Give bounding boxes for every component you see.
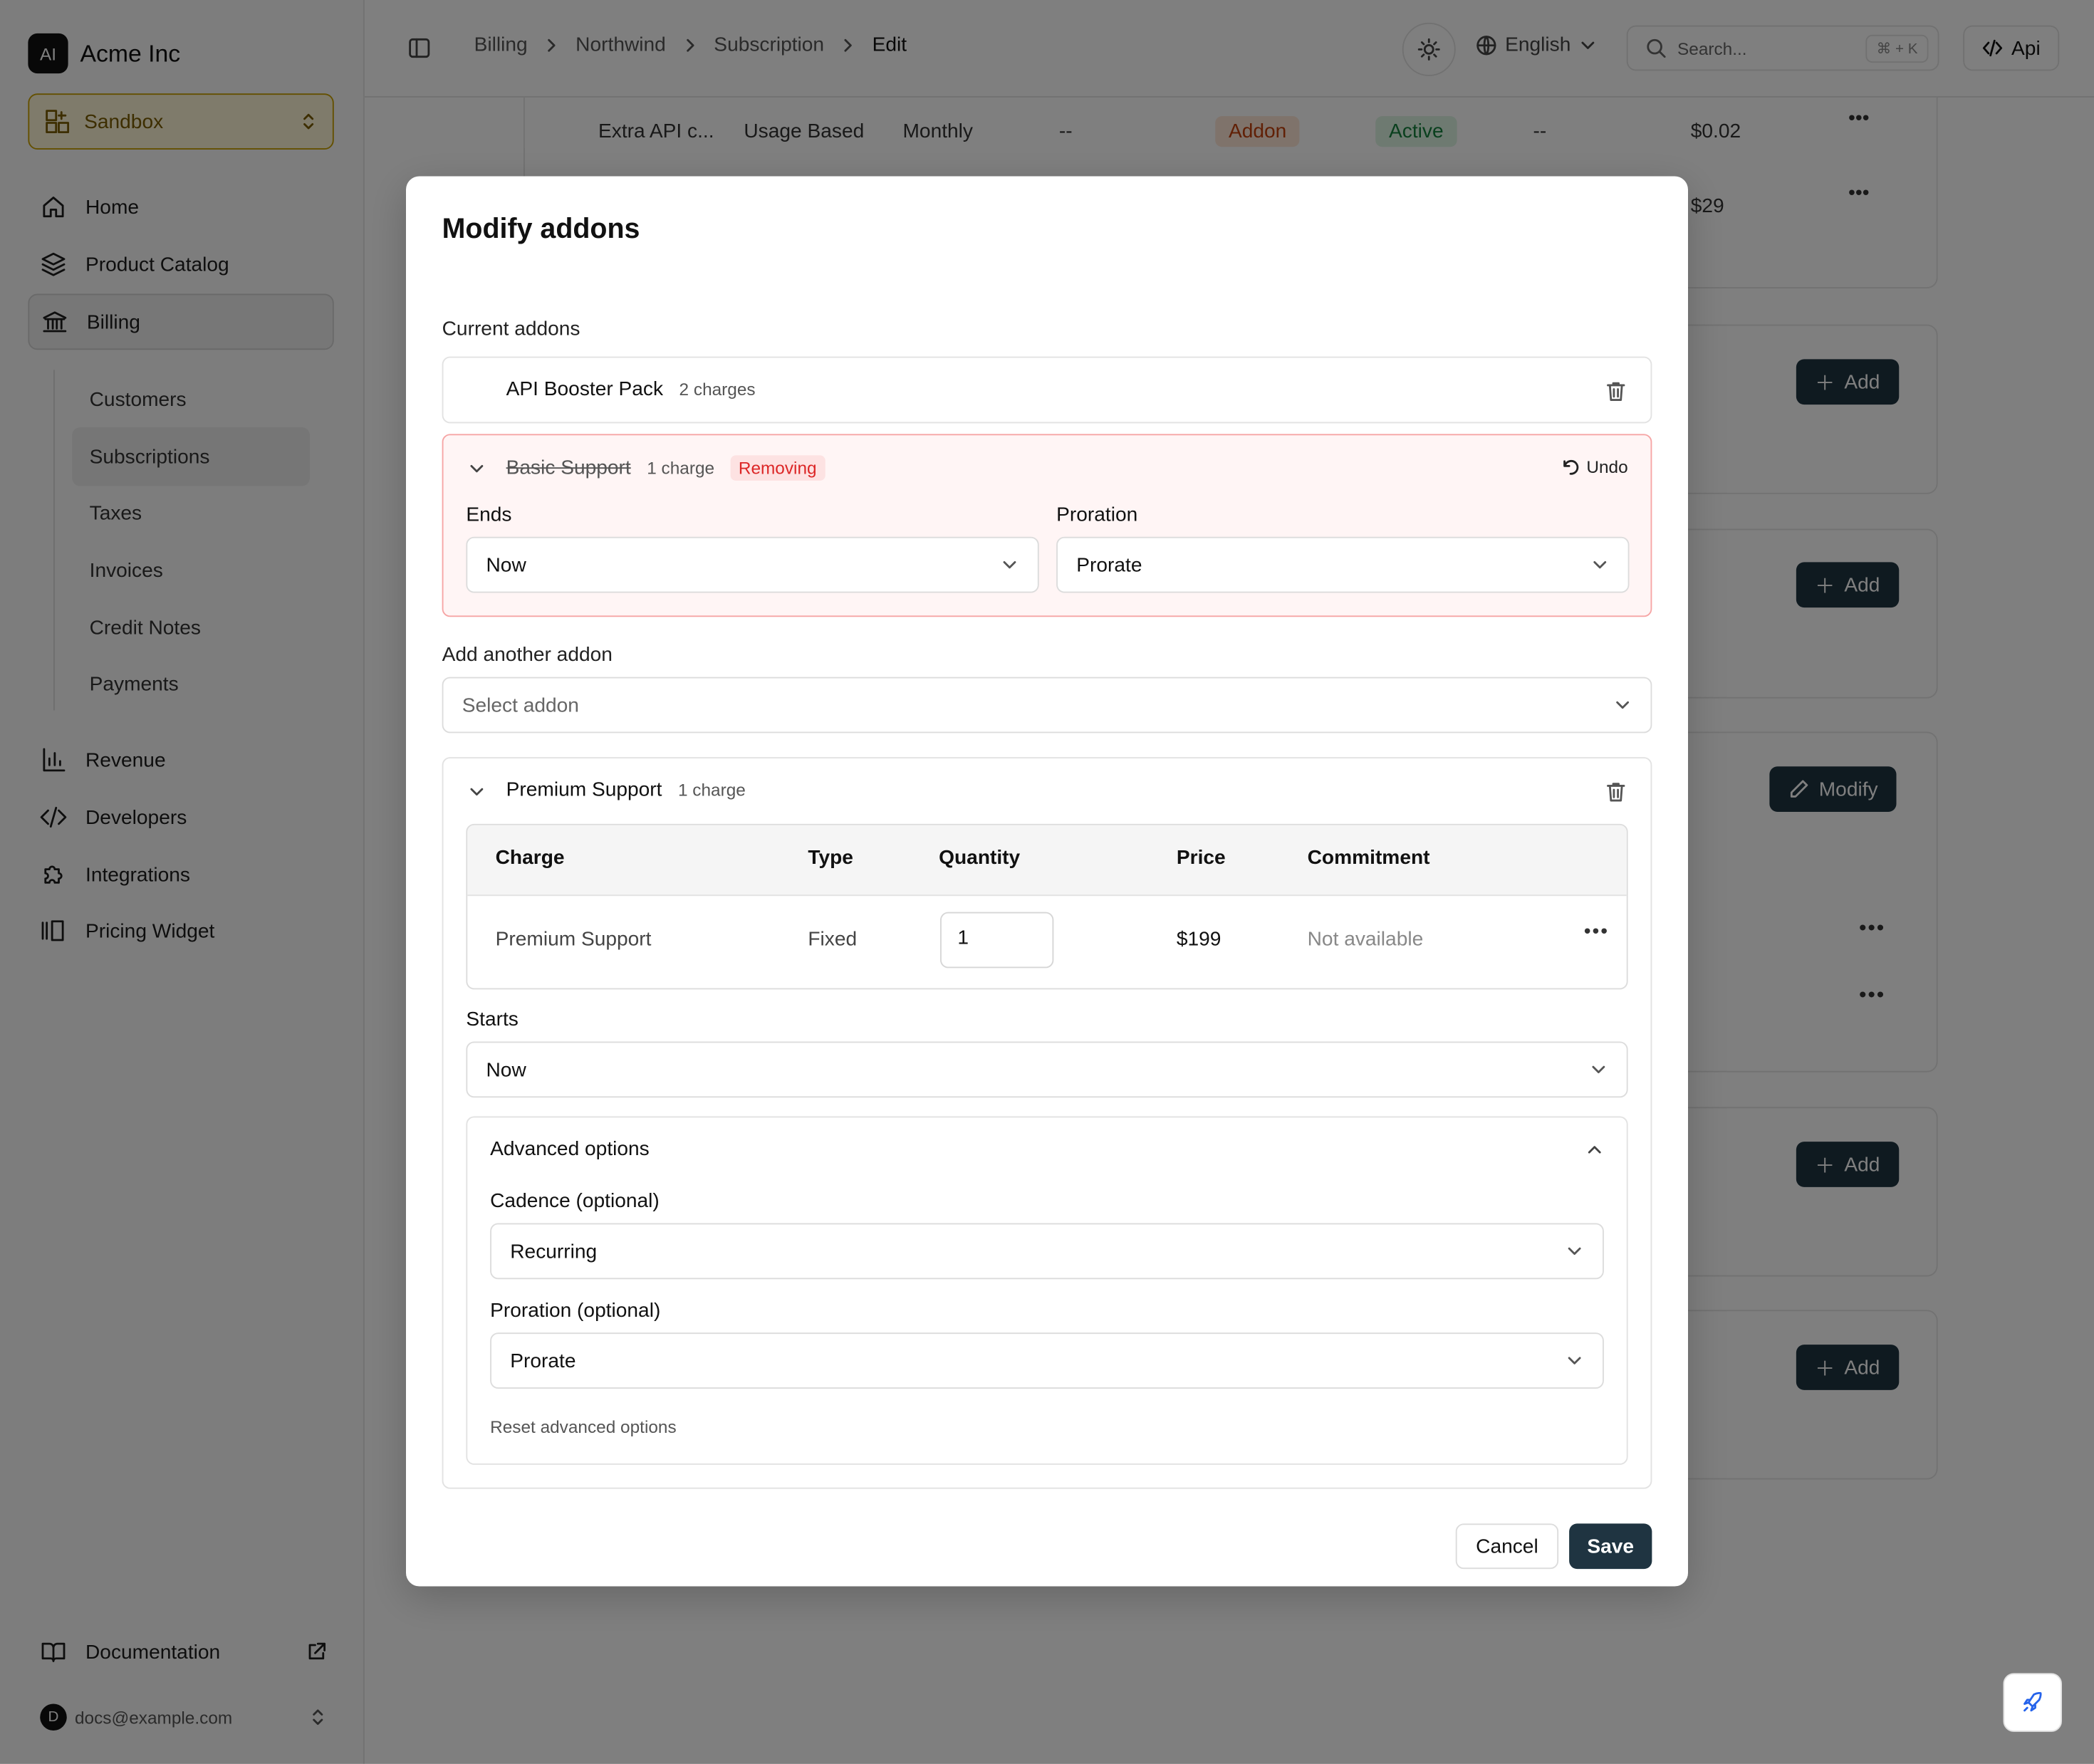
addon-header: Basic Support 1 charge Removing: [506, 455, 825, 481]
starts-label: Starts: [466, 1008, 519, 1031]
ends-value: Now: [486, 553, 526, 577]
chevron-down-icon[interactable]: [467, 783, 486, 801]
starts-select[interactable]: Now: [466, 1041, 1628, 1098]
column-header-charge: Charge: [495, 846, 565, 870]
modify-addons-dialog: Modify addons Current addons API Booster…: [406, 176, 1688, 1587]
save-button[interactable]: Save: [1569, 1523, 1652, 1570]
select-addon-placeholder: Select addon: [462, 694, 579, 716]
launcher-button[interactable]: [2003, 1673, 2062, 1732]
proration-optional-value: Prorate: [510, 1349, 576, 1372]
addon-header: API Booster Pack 2 charges: [506, 378, 756, 401]
quantity-input[interactable]: 1: [940, 912, 1054, 969]
addon-charge-count: 1 charge: [677, 780, 746, 800]
addon-name: Premium Support: [506, 778, 662, 801]
column-header-commitment: Commitment: [1307, 846, 1430, 870]
column-header-type: Type: [808, 846, 853, 870]
cell-price: $199: [1176, 928, 1222, 951]
dialog-title: Modify addons: [442, 214, 640, 245]
addon-name: API Booster Pack: [506, 377, 664, 401]
chevron-down-icon: [1589, 1060, 1608, 1079]
cell-type: Fixed: [808, 928, 858, 951]
cadence-select[interactable]: Recurring: [490, 1223, 1604, 1280]
addon-charge-count: 2 charges: [679, 379, 756, 400]
undo-button[interactable]: Undo: [1561, 456, 1628, 476]
cadence-label: Cadence (optional): [490, 1189, 660, 1213]
cell-commitment: Not available: [1307, 928, 1424, 951]
column-header-quantity: Quantity: [939, 846, 1021, 870]
undo-icon: [1561, 457, 1580, 476]
chevron-down-icon: [1590, 555, 1609, 574]
add-another-addon-label: Add another addon: [442, 643, 613, 667]
advanced-options-panel: Advanced options Cadence (optional) Recu…: [466, 1116, 1628, 1465]
rocket-icon: [2021, 1691, 2045, 1715]
column-header-price: Price: [1176, 846, 1226, 870]
starts-value: Now: [486, 1058, 526, 1081]
reset-advanced-options-link[interactable]: Reset advanced options: [490, 1416, 677, 1436]
chevron-down-icon: [1566, 1242, 1584, 1261]
cell-charge: Premium Support: [495, 928, 652, 951]
chevron-up-icon[interactable]: [1585, 1140, 1604, 1159]
proration-optional-select[interactable]: Prorate: [490, 1332, 1604, 1389]
select-addon-dropdown[interactable]: Select addon: [442, 677, 1652, 734]
proration-select[interactable]: Prorate: [1056, 536, 1630, 593]
trash-icon[interactable]: [1604, 780, 1628, 804]
cancel-button[interactable]: Cancel: [1455, 1523, 1559, 1570]
chevron-down-icon[interactable]: [467, 459, 486, 478]
cadence-value: Recurring: [510, 1239, 598, 1263]
table-header: Charge Type Quantity Price Commitment: [467, 825, 1627, 897]
addon-name: Basic Support: [506, 456, 631, 480]
status-badge: Removing: [730, 455, 825, 481]
ends-select[interactable]: Now: [466, 536, 1039, 593]
chevron-down-icon: [1566, 1352, 1584, 1370]
addon-item-premium-support: Premium Support 1 charge Charge Type Qua…: [442, 757, 1652, 1489]
addon-header: Premium Support 1 charge: [506, 778, 746, 801]
proration-optional-label: Proration (optional): [490, 1299, 661, 1322]
addon-charge-count: 1 charge: [647, 458, 715, 479]
addon-item-basic-support: Basic Support 1 charge Removing Undo End…: [442, 434, 1652, 617]
charges-table: Charge Type Quantity Price Commitment Pr…: [466, 823, 1628, 990]
more-icon[interactable]: •••: [1584, 920, 1609, 943]
proration-label: Proration: [1056, 503, 1138, 526]
proration-value: Prorate: [1076, 553, 1142, 577]
chevron-down-icon: [1000, 555, 1019, 574]
undo-label: Undo: [1586, 456, 1628, 477]
current-addons-label: Current addons: [442, 318, 580, 341]
advanced-options-toggle[interactable]: Advanced options: [490, 1138, 650, 1161]
ends-label: Ends: [466, 503, 512, 526]
addon-item-api-booster: API Booster Pack 2 charges: [442, 356, 1652, 424]
trash-icon[interactable]: [1604, 380, 1628, 404]
chevron-down-icon: [1613, 696, 1632, 714]
